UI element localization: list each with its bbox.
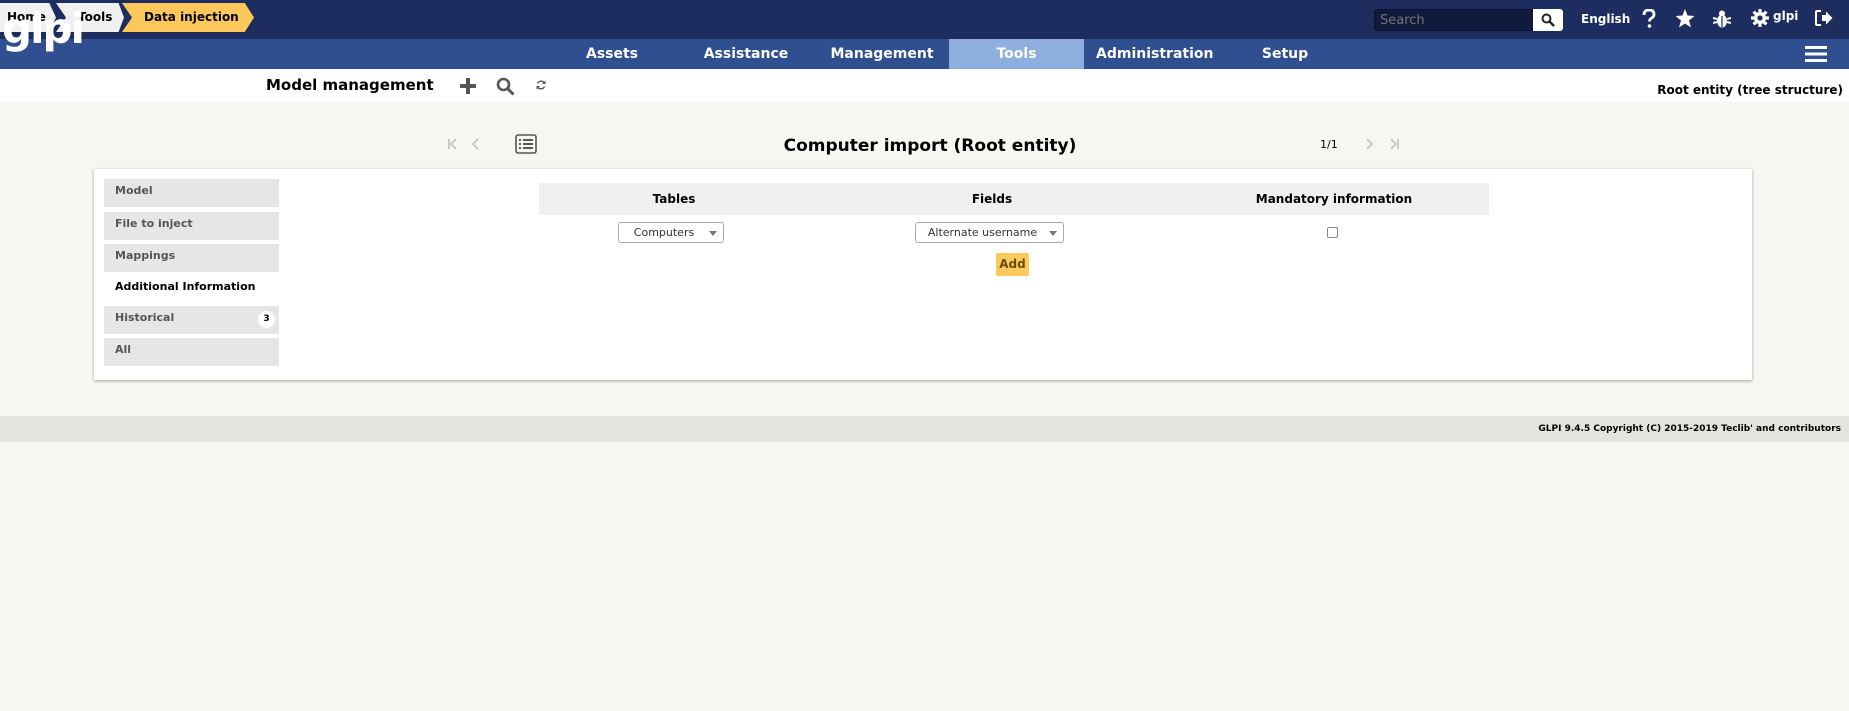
mandatory-checkbox[interactable] bbox=[1327, 227, 1338, 238]
tab-file-to-inject[interactable]: File to inject bbox=[104, 212, 279, 240]
tab-label: Historical bbox=[115, 311, 175, 324]
glpi-logo[interactable]: glpi bbox=[2, 6, 85, 62]
previous-item-icon[interactable] bbox=[471, 138, 480, 154]
page-title[interactable]: Model management bbox=[266, 76, 434, 94]
header-fields: Fields bbox=[971, 192, 1013, 206]
menu-management[interactable]: Management bbox=[827, 39, 937, 69]
table-header-row: Tables Fields Mandatory information bbox=[539, 183, 1489, 215]
add-icon[interactable] bbox=[459, 77, 477, 99]
copyright-text[interactable]: GLPI 9.4.5 Copyright (C) 2015-2019 Tecli… bbox=[1538, 424, 1841, 434]
user-menu[interactable]: glpi bbox=[1773, 9, 1798, 23]
tab-all[interactable]: All bbox=[104, 338, 279, 366]
search-icon[interactable] bbox=[496, 77, 515, 100]
star-icon[interactable] bbox=[1675, 9, 1695, 32]
main-panel: Model File to inject Mappings Additional… bbox=[94, 169, 1752, 380]
historical-count-badge: 3 bbox=[258, 311, 275, 328]
item-title: Computer import (Root entity) bbox=[783, 136, 1077, 156]
menu-assets[interactable]: Assets bbox=[557, 39, 667, 69]
search-icon bbox=[1541, 13, 1555, 27]
list-view-icon[interactable] bbox=[515, 134, 537, 158]
fields-select[interactable]: Alternate username bbox=[915, 222, 1064, 243]
last-item-icon[interactable] bbox=[1389, 138, 1399, 154]
footer: GLPI 9.4.5 Copyright (C) 2015-2019 Tecli… bbox=[0, 416, 1849, 442]
fields-select-value: Alternate username bbox=[927, 226, 1038, 239]
refresh-icon[interactable] bbox=[536, 79, 546, 95]
menu-tools[interactable]: Tools bbox=[949, 39, 1084, 69]
next-item-icon[interactable] bbox=[1365, 138, 1374, 154]
main-menu: Assets Assistance Management Tools Admin… bbox=[0, 39, 1849, 69]
hamburger-menu-icon[interactable] bbox=[1805, 45, 1827, 67]
breadcrumb-data-injection[interactable]: Data injection bbox=[122, 3, 254, 32]
logout-icon[interactable] bbox=[1815, 10, 1833, 30]
top-header: glpi English bbox=[0, 0, 1849, 52]
tables-select[interactable]: Computers bbox=[618, 222, 724, 243]
menu-setup[interactable]: Setup bbox=[1230, 39, 1340, 69]
menu-assistance[interactable]: Assistance bbox=[691, 39, 801, 69]
chevron-down-icon bbox=[1049, 231, 1057, 236]
header-tables: Tables bbox=[652, 192, 696, 206]
tab-additional-information[interactable]: Additional Information bbox=[104, 275, 279, 303]
menu-administration[interactable]: Administration bbox=[1096, 39, 1213, 69]
tables-select-value: Computers bbox=[633, 226, 695, 239]
tab-label: Mappings bbox=[115, 249, 176, 262]
tab-mappings[interactable]: Mappings bbox=[104, 244, 279, 272]
first-item-icon[interactable] bbox=[448, 138, 458, 154]
tab-label: Model bbox=[115, 184, 153, 197]
tab-historical[interactable]: Historical 3 bbox=[104, 306, 279, 334]
help-icon[interactable] bbox=[1641, 8, 1657, 33]
gear-icon[interactable] bbox=[1751, 9, 1769, 31]
bug-icon[interactable] bbox=[1712, 9, 1732, 33]
item-counter: 1/1 bbox=[1320, 138, 1338, 151]
language-link[interactable]: English bbox=[1581, 12, 1630, 26]
search-button[interactable] bbox=[1533, 9, 1563, 31]
header-mandatory-information: Mandatory information bbox=[1255, 192, 1413, 206]
tab-model[interactable]: Model bbox=[104, 179, 279, 207]
chevron-down-icon bbox=[709, 231, 717, 236]
search-input[interactable] bbox=[1374, 9, 1534, 31]
tab-label: All bbox=[115, 343, 132, 356]
tab-label: Additional Information bbox=[115, 280, 256, 293]
entity-selector[interactable]: Root entity (tree structure) bbox=[1657, 83, 1843, 97]
add-button[interactable]: Add bbox=[996, 253, 1029, 276]
tab-label: File to inject bbox=[115, 217, 193, 230]
